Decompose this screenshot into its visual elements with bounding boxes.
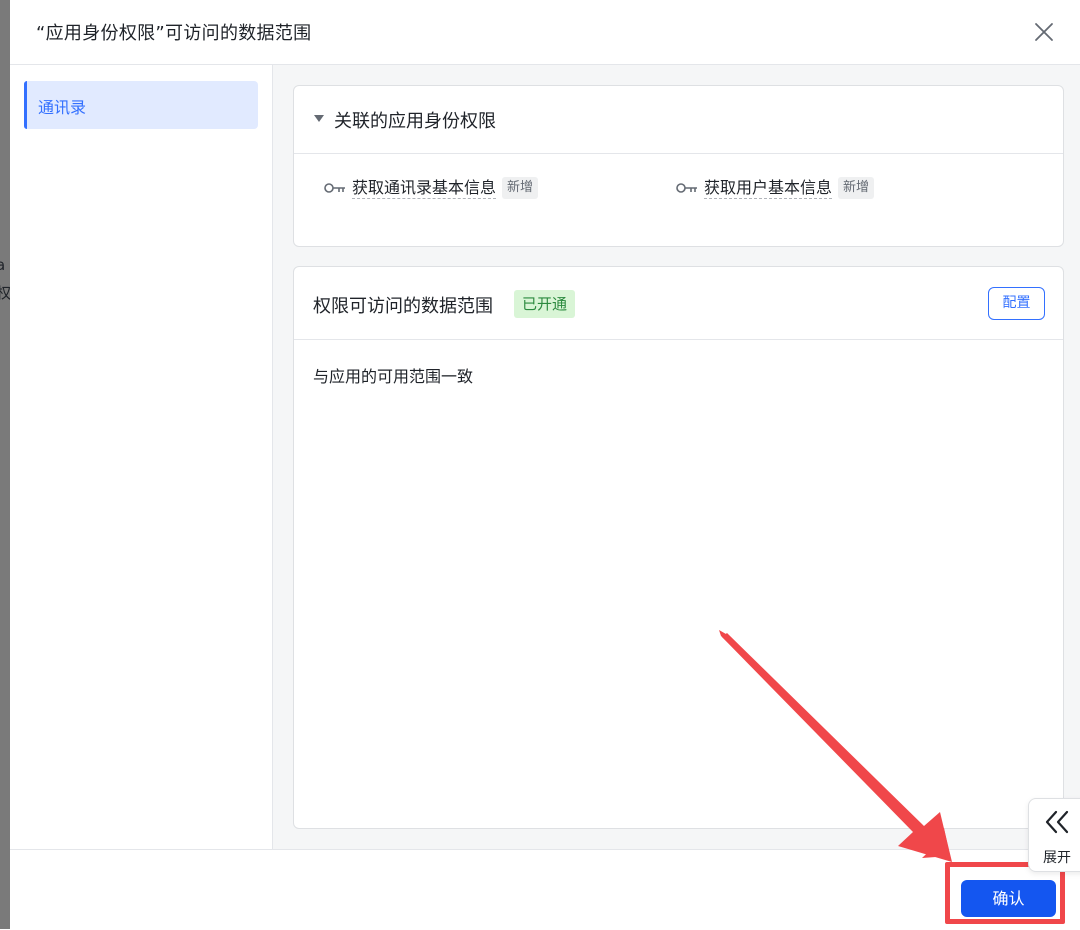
caret-down-icon[interactable] [314, 115, 324, 122]
permission-item: 获取通讯录基本信息 新增 [324, 176, 539, 200]
sidebar-item-label: 通讯录 [38, 98, 87, 117]
linked-permissions-card: 关联的应用身份权限 获取通讯录基本信息 新增 获取用户基本信息 新增 [293, 85, 1064, 247]
data-scope-card: 权限可访问的数据范围 已开通 配置 与应用的可用范围一致 [293, 266, 1064, 829]
main-content: 关联的应用身份权限 获取通讯录基本信息 新增 获取用户基本信息 新增 权限可访问… [273, 65, 1080, 849]
key-icon [324, 183, 345, 193]
double-chevron-left-icon [1045, 810, 1069, 834]
data-scope-description: 与应用的可用范围一致 [313, 367, 474, 386]
status-badge: 已开通 [514, 290, 576, 318]
data-scope-dialog: “应用身份权限”可访问的数据范围 通讯录 关联的应用身份权限 获取通讯录基本信息… [10, 0, 1080, 930]
close-icon[interactable] [1032, 20, 1056, 44]
new-badge: 新增 [502, 177, 539, 199]
background-text-fragment: a [0, 256, 6, 274]
dialog-title: “应用身份权限”可访问的数据范围 [36, 23, 312, 44]
linked-permissions-header[interactable]: 关联的应用身份权限 [294, 86, 1063, 154]
background-page: a 权 [0, 0, 10, 929]
permission-item: 获取用户基本信息 新增 [676, 176, 875, 200]
linked-permissions-title: 关联的应用身份权限 [334, 111, 496, 132]
permission-label[interactable]: 获取通讯录基本信息 [352, 178, 497, 199]
data-scope-header: 权限可访问的数据范围 已开通 配置 [294, 267, 1063, 340]
permission-label[interactable]: 获取用户基本信息 [704, 178, 833, 199]
background-text-fragment: 权 [0, 284, 10, 302]
sidebar-item-contacts[interactable]: 通讯录 [24, 81, 258, 129]
new-badge: 新增 [838, 177, 875, 199]
config-button[interactable]: 配置 [988, 287, 1045, 320]
key-icon [676, 183, 697, 193]
expand-panel-tab[interactable]: 展开 [1028, 798, 1080, 872]
confirm-button[interactable]: 确认 [961, 880, 1056, 917]
expand-label: 展开 [1043, 850, 1071, 866]
sidebar: 通讯录 [10, 65, 273, 849]
dialog-footer: 确认 [10, 849, 1080, 930]
data-scope-title: 权限可访问的数据范围 [313, 296, 493, 317]
dialog-header: “应用身份权限”可访问的数据范围 [10, 0, 1080, 65]
